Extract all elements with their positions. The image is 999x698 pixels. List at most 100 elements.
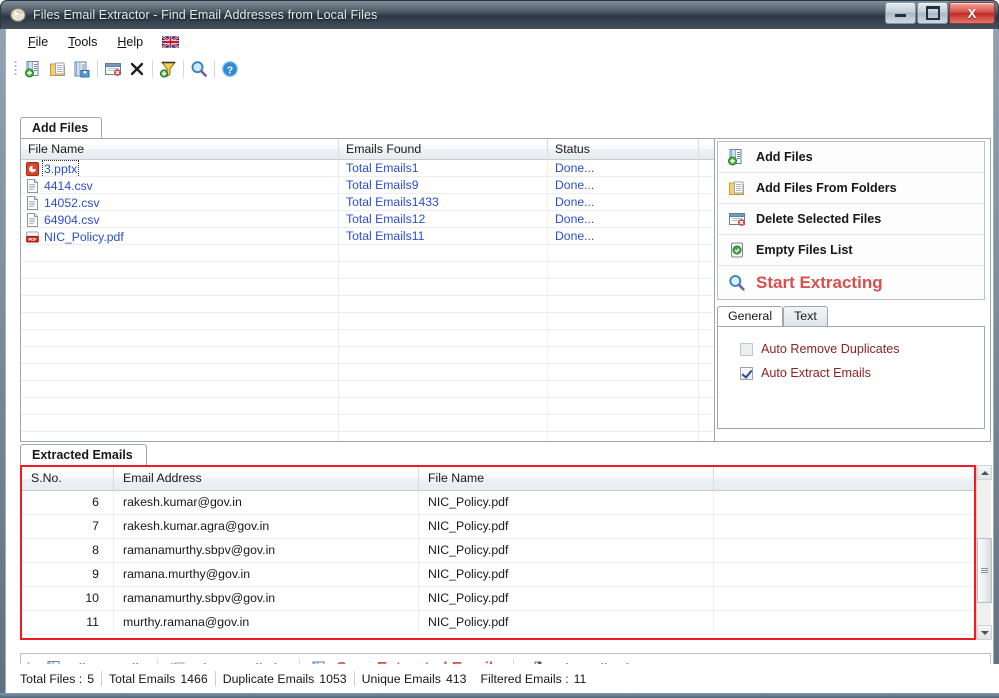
file-name-cell [21,381,339,398]
file-list-empty-row[interactable] [21,262,714,279]
extracted-tabstrip: Extracted Emails [20,444,991,466]
maximize-button[interactable] [917,2,948,24]
auto-extract-emails-row[interactable]: Auto Extract Emails [740,361,984,385]
menu-tools[interactable]: Tools [58,32,107,52]
empty-files-list-button[interactable]: Empty Files List [718,235,984,266]
auto-remove-duplicates-checkbox[interactable] [740,342,753,356]
toolbar-delete-selected-button[interactable] [101,57,125,80]
scroll-thumb[interactable] [977,538,992,603]
emails-found-cell [339,347,548,364]
column-header-sno[interactable]: S.No. [22,467,114,491]
start-extracting-button[interactable]: Start Extracting [718,266,984,299]
emails-found-cell [339,432,548,441]
tab-add-files[interactable]: Add Files [20,117,103,139]
file-name-cell [21,432,339,441]
toolbar-add-folder-button[interactable] [46,57,70,80]
file-name-cell: NIC_Policy.pdf [419,515,714,539]
add-files-button[interactable]: Add Files [718,142,984,173]
extracted-email-row[interactable]: 8 ramanamurthy.sbpv@gov.in NIC_Policy.pdf [22,539,974,563]
options-tabstrip: General Text [717,306,985,326]
status-cell [548,432,699,441]
extra-cell [699,211,714,228]
pdf-file-icon: PDF [26,231,39,243]
status-segment: Total Files : 5 [13,672,101,686]
delete-selected-files-button[interactable]: Delete Selected Files [718,204,984,235]
column-header-extra[interactable] [699,139,714,160]
extra-cell [714,491,974,515]
file-list[interactable]: File Name Emails Found Status 3.pptx Tota… [21,139,715,441]
toolbar-save-button[interactable] [70,57,94,80]
file-list-row[interactable]: 64904.csv Total Emails12 Done... [21,211,714,228]
file-list-empty-row[interactable] [21,347,714,364]
extra-cell [699,381,714,398]
column-header-extra[interactable] [714,467,974,491]
status-cell [548,279,699,296]
window-bottom-edge [0,693,999,698]
column-header-status[interactable]: Status [548,139,699,160]
extracted-email-row[interactable]: 10 ramanamurthy.sbpv@gov.in NIC_Policy.pdf [22,587,974,611]
file-list-empty-row[interactable] [21,415,714,432]
tab-general[interactable]: General [717,306,784,326]
toolbar-help-button[interactable]: ? [218,57,242,80]
tab-text[interactable]: Text [783,306,828,326]
sno-cell: 10 [22,587,114,611]
emails-found-cell: Total Emails1433 [339,194,548,211]
add-files-label: Add Files [756,150,813,164]
extracted-grid-scrollbar[interactable] [976,465,992,640]
extracted-email-row[interactable]: 9 ramana.murthy@gov.in NIC_Policy.pdf [22,563,974,587]
extra-cell [699,364,714,381]
file-list-row[interactable]: 4414.csv Total Emails9 Done... [21,177,714,194]
toolbar-remove-button[interactable] [125,57,149,80]
extracted-emails-grid[interactable]: S.No. Email Address File Name 6 rakesh.ku… [20,465,976,640]
toolbar-search-button[interactable] [187,57,211,80]
file-list-row[interactable]: PDF NIC_Policy.pdf Total Emails11 Done... [21,228,714,245]
file-list-empty-row[interactable] [21,245,714,262]
toolbar-grip[interactable] [14,60,17,77]
tab-extracted-emails[interactable]: Extracted Emails [20,444,147,466]
status-cell: Done... [548,194,699,211]
file-list-rows: 3.pptx Total Emails1 Done... 4414.csv Total … [21,160,714,441]
extra-cell [714,539,974,563]
close-button[interactable]: X [949,2,995,24]
file-list-empty-row[interactable] [21,330,714,347]
sno-cell: 8 [22,539,114,563]
file-name-cell [21,330,339,347]
menu-file[interactable]: File [18,32,58,52]
minimize-button[interactable] [885,2,916,24]
scroll-up-icon[interactable] [977,465,992,480]
scroll-down-icon[interactable] [977,625,992,640]
column-header-file-name[interactable]: File Name [419,467,714,491]
column-header-emails-found[interactable]: Emails Found [339,139,548,160]
file-list-row[interactable]: 14052.csv Total Emails1433 Done... [21,194,714,211]
file-list-empty-row[interactable] [21,296,714,313]
file-list-empty-row[interactable] [21,364,714,381]
file-list-row[interactable]: 3.pptx Total Emails1 Done... [21,160,714,177]
toolbar-add-files-button[interactable] [22,57,46,80]
close-x-icon [130,62,144,75]
file-name-label: 64904.csv [44,213,100,227]
file-list-empty-row[interactable] [21,381,714,398]
status-label: Duplicate Emails [222,671,315,686]
add-files-from-folders-label: Add Files From Folders [756,181,897,195]
extracted-email-row[interactable]: 7 rakesh.kumar.agra@gov.in NIC_Policy.pdf [22,515,974,539]
menu-file-label-rest: ile [35,35,49,49]
file-list-empty-row[interactable] [21,398,714,415]
options-group: General Text Auto Remove Duplicates Auto… [717,306,985,429]
toolbar-filter-button[interactable] [156,57,180,80]
column-header-email-address[interactable]: Email Address [114,467,419,491]
menu-help[interactable]: Help [107,32,153,52]
add-files-from-folders-button[interactable]: Add Files From Folders [718,173,984,204]
extracted-email-row[interactable]: 6 rakesh.kumar@gov.in NIC_Policy.pdf [22,491,974,515]
extracted-emails-panel: Extracted Emails S.No. Email Address Fil… [20,444,992,642]
file-list-empty-row[interactable] [21,279,714,296]
extracted-email-row[interactable]: 11 murthy.ramana@gov.in NIC_Policy.pdf [22,611,974,635]
uk-flag-icon[interactable] [162,36,180,48]
options-body: Auto Remove Duplicates Auto Extract Emai… [717,326,985,429]
column-header-file-name[interactable]: File Name [21,139,339,160]
delete-selected-icon [105,62,121,76]
auto-extract-emails-checkbox[interactable] [740,366,753,380]
auto-remove-duplicates-row[interactable]: Auto Remove Duplicates [740,337,984,361]
file-name-cell [21,347,339,364]
file-list-empty-row[interactable] [21,313,714,330]
file-list-empty-row[interactable] [21,432,714,441]
